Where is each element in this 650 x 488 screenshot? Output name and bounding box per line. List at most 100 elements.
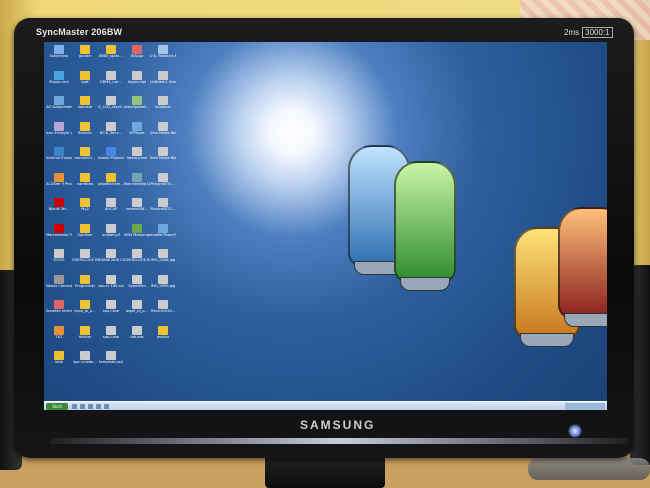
desktop-icon[interactable]: Subjectivo: [46, 45, 72, 71]
desktop-icon-label: IMG_0446.jpg: [150, 258, 176, 262]
desktop-icon[interactable]: ocaber.gif: [98, 223, 124, 250]
file-icon: [158, 300, 168, 309]
desktop-icon[interactable]: Picture1045…: [150, 300, 176, 326]
desktop-icon[interactable]: Untitled-1.html: [150, 70, 176, 97]
desktop-icon[interactable]: ipak: [72, 70, 98, 97]
bezel-light-strip: [50, 438, 628, 444]
desktop-icon[interactable]: Picture0071…: [150, 172, 176, 199]
taskbar: Start: [44, 401, 607, 410]
desktop-icon-label: Nexus Camera F…: [46, 283, 72, 288]
desktop-icon[interactable]: ToSoup: [124, 45, 150, 71]
desktop-icon-label: spo-r.mode…: [73, 360, 97, 364]
desktop-icon-label: latency.exe: [126, 156, 148, 160]
desktop-icon-label: ROOO: [53, 258, 65, 262]
desktop-icon-label: guiden: [78, 54, 92, 58]
desktop-icon[interactable]: template.ps4: [98, 351, 124, 377]
desktop-icon[interactable]: isOpaver: [150, 96, 176, 122]
desktop-icon[interactable]: Sem Nesta Bolgara 1/2 Ur-I: [150, 147, 176, 173]
desktop-icon[interactable]: mobile PhoneTools: [150, 223, 176, 250]
desktop-icon-label: nemeti00…: [74, 156, 96, 160]
desktop-icon[interactable]: namfices: [72, 172, 98, 199]
file-icon: [106, 198, 116, 207]
desktop-icon[interactable]: leda: [46, 351, 72, 377]
desktop-icon[interactable]: Blumen: [72, 121, 98, 148]
file-icon: [106, 70, 116, 80]
desktop-icon[interactable]: koovedi: [72, 96, 98, 122]
desktop-icon[interactable]: asmlar: [150, 325, 176, 352]
desktop-icon[interactable]: SpeedFan: [124, 274, 150, 301]
desktop-icon[interactable]: spo-rc 180.cpi: [98, 274, 124, 301]
desktop-icon[interactable]: spo-r.exe: [98, 300, 124, 326]
desktop-icon[interactable]: U.S. Robotics Easy Config…: [150, 45, 176, 71]
desktop-icon[interactable]: AHCAP: [98, 198, 124, 224]
desktop-icon[interactable]: My2: [72, 198, 98, 224]
desktop-icon[interactable]: Skype.com: [46, 70, 72, 97]
desktop-icon-label: DBM4_nar…: [100, 79, 122, 84]
desktop-icon-label: template.ps4: [99, 360, 123, 364]
desktop-icon[interactable]: nemeti00…: [72, 147, 98, 173]
desktop-icon[interactable]: ROOO: [46, 249, 72, 275]
desktop-icon[interactable]: Adobe Photosh…: [98, 147, 124, 173]
desktop-icon-label: Picture0071…: [150, 207, 176, 211]
desktop-icon[interactable]: adobflichem…: [98, 172, 124, 199]
desktop-icon[interactable]: Internet Explorer: [46, 147, 72, 173]
desktop-icon[interactable]: OVERCLOCK REDRI NKI…: [124, 249, 150, 275]
desktop-icon-label: Internet Explorer: [46, 156, 72, 160]
file-icon: [106, 121, 116, 131]
desktop-icon[interactable]: Spreden Intere…: [46, 300, 72, 326]
desktop-icon-label: Picture1045…: [150, 309, 176, 313]
desktop-icon[interactable]: G_LCD_cssyll…: [98, 96, 124, 122]
desktop-icon[interactable]: AG Bulgarization: [46, 96, 72, 122]
file-icon: [132, 70, 142, 80]
desktop-icon-label: Sem Nesta Bolgara 1/2 Ur-I: [150, 130, 176, 135]
desktop-icon[interactable]: T&T: [46, 325, 72, 352]
desktop-icon[interactable]: Icon Entstyle Vulcan: [46, 121, 72, 148]
desktop-icon[interactable]: MSN Messenger: [124, 223, 150, 250]
desktop-icon[interactable]: Yollalar: [72, 325, 98, 352]
desktop-icon[interactable]: Macromedia Dreamwea…: [124, 172, 150, 199]
power-button[interactable]: [568, 424, 582, 438]
desktop-icon[interactable]: Nexus Camera F…: [46, 274, 72, 301]
desktop-icon[interactable]: fab.exe: [124, 325, 150, 352]
desktop-icon[interactable]: IMG_0999.jpg: [150, 274, 176, 301]
file-icon: [80, 274, 90, 284]
file-icon: [158, 198, 168, 207]
desktop-icon-label: namfices: [76, 181, 94, 186]
desktop-icon[interactable]: Sem Nesta Bolgara 1/2 Ur-I: [150, 121, 176, 148]
desktop-icon[interactable]: latency.exe: [124, 147, 150, 173]
file-icon: [158, 274, 168, 284]
desktop-icon[interactable]: guiden: [72, 45, 98, 71]
desktop-icon-label: adobflichem…: [98, 181, 124, 186]
quick-launch[interactable]: [72, 404, 112, 409]
desktop-icon-label: nemteil06…: [126, 207, 148, 211]
desktop-icon[interactable]: spo-r.exe: [98, 325, 124, 352]
desktop-icon[interactable]: VPPlayer: [124, 121, 150, 148]
desktop-icon-label: U.S. Robotics Easy Config…: [150, 54, 176, 58]
desktop-icon[interactable]: RC3I_3ecv…: [98, 121, 124, 148]
desktop-icon[interactable]: ACDSee 9 Photo…: [46, 172, 72, 199]
desktop-icon[interactable]: Macromedia Flash 8: [46, 223, 72, 250]
desktop-icon[interactable]: hayes.mpl: [124, 70, 150, 97]
desktop-icon[interactable]: 8860_splas…: [98, 45, 124, 71]
desktop-icon-label: fab.exe: [130, 334, 144, 339]
desktop-icon[interactable]: Bionik Tel…: [46, 198, 72, 224]
desktop-icon[interactable]: Picture0071…: [150, 198, 176, 224]
file-icon: [80, 223, 90, 233]
desktop-icon[interactable]: Ogulhan: [72, 223, 98, 250]
desktop-icon[interactable]: aspel_pi_p…: [124, 300, 150, 326]
desktop-icon[interactable]: installpowell…: [124, 96, 150, 122]
desktop-icon[interactable]: OVERCLOCK REDRI NKO…: [72, 249, 98, 275]
start-button[interactable]: Start: [46, 403, 68, 410]
desktop-icon[interactable]: kapo_pi_p…: [72, 300, 98, 326]
file-icon: [106, 300, 116, 309]
desktop-icon[interactable]: nemteil06…: [124, 198, 150, 224]
desktop-icon[interactable]: IMG_0446.jpg: [150, 249, 176, 275]
desktop-icon[interactable]: Programlar: [72, 274, 98, 301]
desktop-icon-label: leda: [55, 360, 63, 364]
desktop-icon[interactable]: spo-r.mode…: [72, 351, 98, 377]
file-icon: [80, 172, 90, 182]
desktop-icon[interactable]: DBM4_nar…: [98, 70, 124, 97]
glass-jar: [394, 161, 456, 291]
desktop-icon[interactable]: BURAK NUR CORRESI.mp3: [98, 249, 124, 275]
system-tray[interactable]: [565, 403, 605, 410]
